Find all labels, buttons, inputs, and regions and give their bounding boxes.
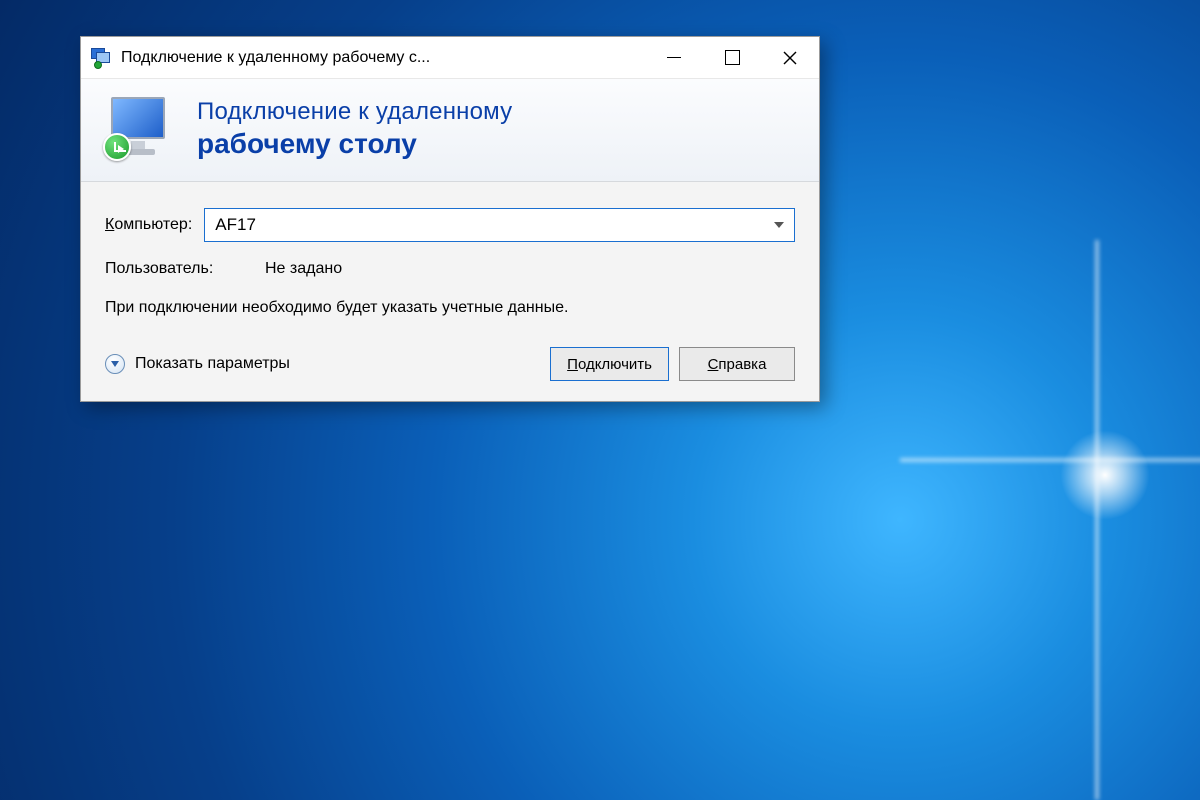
desktop-light-beam: [1095, 240, 1099, 800]
computer-label: Компьютер:: [105, 216, 192, 234]
user-row: Пользователь: Не задано: [105, 260, 795, 278]
header-banner: Подключение к удаленному рабочему столу: [81, 79, 819, 182]
rdp-window: Подключение к удаленному рабочему с... П…: [80, 36, 820, 402]
maximize-button[interactable]: [703, 37, 761, 79]
desktop-glow: [1060, 430, 1150, 520]
help-button[interactable]: Справка: [679, 347, 795, 381]
computer-combobox[interactable]: [204, 208, 795, 242]
banner-line1: Подключение к удаленному: [197, 98, 512, 126]
close-button[interactable]: [761, 37, 819, 79]
desktop-light-beam: [900, 458, 1200, 462]
banner-title: Подключение к удаленному рабочему столу: [197, 98, 512, 160]
computer-input[interactable]: [215, 215, 784, 235]
dialog-footer: Показать параметры Подключить Справка: [105, 347, 795, 381]
show-options-toggle[interactable]: Показать параметры: [105, 354, 290, 374]
credentials-info-text: При подключении необходимо будет указать…: [105, 296, 645, 319]
show-options-label: Показать параметры: [135, 355, 290, 373]
expand-down-icon: [105, 354, 125, 374]
rdp-monitor-icon: [103, 95, 175, 163]
user-label: Пользователь:: [105, 260, 265, 278]
dialog-body: Компьютер: Пользователь: Не задано При п…: [81, 182, 819, 401]
computer-row: Компьютер:: [105, 208, 795, 242]
window-title: Подключение к удаленному рабочему с...: [121, 49, 430, 67]
titlebar[interactable]: Подключение к удаленному рабочему с...: [81, 37, 819, 79]
user-value: Не задано: [265, 260, 342, 278]
rdp-app-icon: [91, 48, 111, 68]
minimize-button[interactable]: [645, 37, 703, 79]
banner-line2: рабочему столу: [197, 128, 512, 160]
connect-button[interactable]: Подключить: [550, 347, 669, 381]
